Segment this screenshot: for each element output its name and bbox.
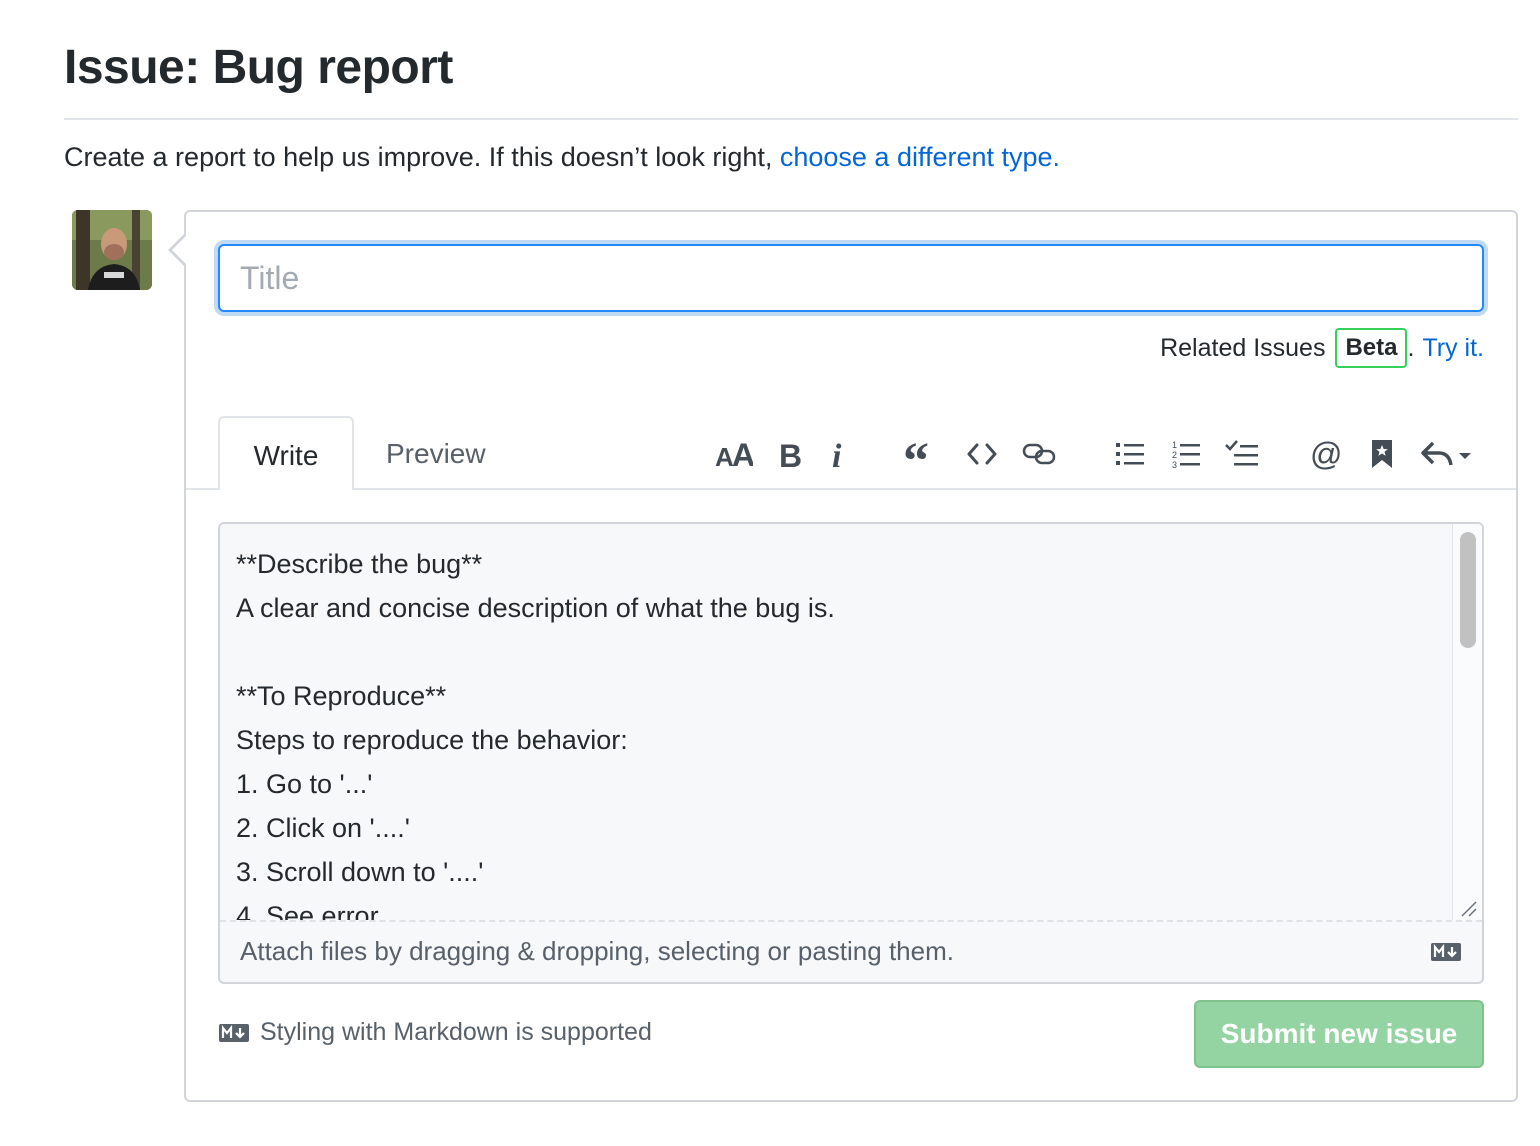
comment-editor[interactable]: **Describe the bug** A clear and concise… xyxy=(218,522,1484,984)
editor-scrollbar-thumb[interactable] xyxy=(1460,532,1476,648)
svg-text:“: “ xyxy=(903,438,929,470)
attach-divider xyxy=(220,920,1482,922)
form-caret-inner xyxy=(172,236,186,264)
code-icon[interactable] xyxy=(962,432,1002,476)
avatar-photo xyxy=(72,210,152,290)
svg-text:A: A xyxy=(732,439,753,469)
attach-files-text[interactable]: Attach files by dragging & dropping, sel… xyxy=(240,936,954,967)
reply-dropdown-icon[interactable] xyxy=(1420,432,1476,476)
page-title: Issue: Bug report xyxy=(64,41,453,94)
markdown-icon xyxy=(1430,942,1462,967)
intro-description: Create a report to help us improve. If t… xyxy=(64,142,780,172)
markdown-note[interactable]: Styling with Markdown is supported xyxy=(218,1018,652,1047)
title-divider xyxy=(64,118,1518,120)
mention-icon[interactable]: @ xyxy=(1306,432,1346,476)
resize-handle-icon[interactable] xyxy=(1454,894,1480,920)
comment-body-textarea[interactable]: **Describe the bug** A clear and concise… xyxy=(236,542,1436,920)
link-icon[interactable] xyxy=(1018,432,1060,476)
svg-text:2: 2 xyxy=(1172,450,1177,460)
markdown-icon xyxy=(219,1023,249,1042)
svg-text:1: 1 xyxy=(1172,440,1177,450)
quote-icon[interactable]: “ xyxy=(900,432,940,476)
task-list-icon[interactable] xyxy=(1220,432,1262,476)
saved-reply-icon[interactable] xyxy=(1362,432,1402,476)
svg-text:i: i xyxy=(832,438,842,470)
markdown-note-label: Styling with Markdown is supported xyxy=(260,1018,652,1046)
numbered-list-icon[interactable]: 123 xyxy=(1166,432,1206,476)
bulleted-list-icon[interactable] xyxy=(1110,432,1150,476)
submit-issue-button[interactable]: Submit new issue xyxy=(1194,1000,1484,1068)
related-issues: Related Issues Beta . Try it. xyxy=(1160,328,1484,368)
choose-different-type-link[interactable]: choose a different type. xyxy=(780,142,1060,172)
svg-text:3: 3 xyxy=(1172,460,1177,469)
tab-write[interactable]: Write xyxy=(218,416,354,490)
avatar[interactable] xyxy=(72,210,152,290)
tab-preview[interactable]: Preview xyxy=(386,416,486,490)
related-separator: . xyxy=(1407,333,1415,362)
try-it-link[interactable]: Try it. xyxy=(1422,334,1484,363)
header-icon[interactable]: AA xyxy=(712,432,756,476)
italic-icon[interactable]: i xyxy=(822,432,854,476)
title-input[interactable] xyxy=(218,244,1484,312)
intro-text: Create a report to help us improve. If t… xyxy=(64,142,1060,173)
beta-badge: Beta xyxy=(1335,328,1408,368)
svg-text:B: B xyxy=(779,438,802,470)
related-issues-label: Related Issues xyxy=(1160,333,1326,362)
svg-text:@: @ xyxy=(1310,438,1342,470)
bold-icon[interactable]: B xyxy=(772,432,808,476)
